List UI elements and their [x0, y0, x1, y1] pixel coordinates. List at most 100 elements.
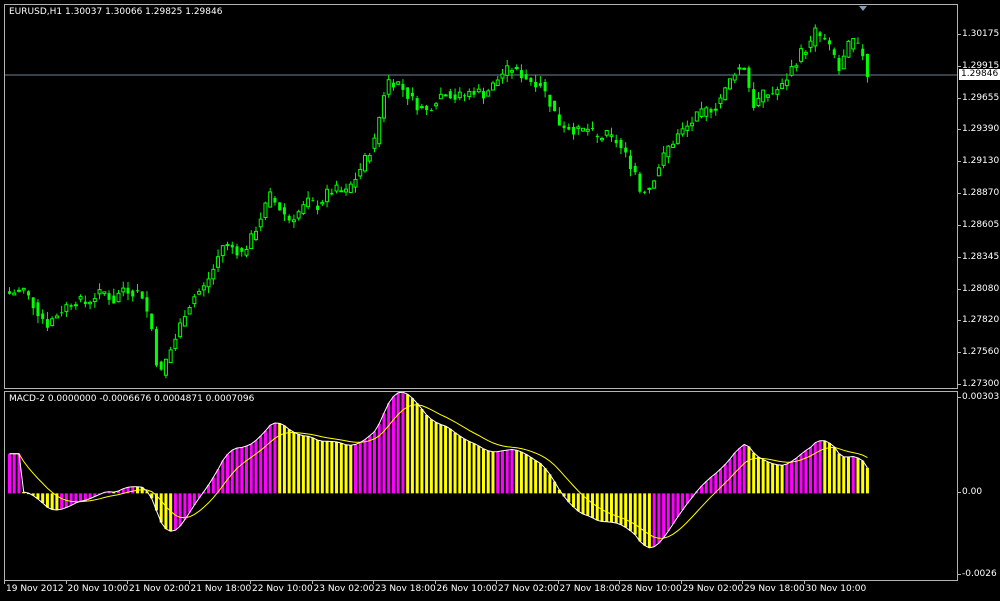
macd-histogram-bar [453, 432, 457, 494]
macd-indicator-pane[interactable]: MACD-2 0.0000000 -0.0006676 0.0004871 0.… [4, 391, 958, 581]
chart-shift-icon[interactable] [859, 6, 867, 11]
candle [823, 33, 827, 41]
candle [112, 288, 116, 304]
candle [472, 87, 476, 98]
candle [543, 79, 547, 98]
candle [500, 69, 505, 84]
candle [780, 78, 785, 90]
candle [656, 164, 661, 177]
macd-histogram-bar [254, 440, 258, 494]
price-tick-mark [958, 161, 961, 163]
price-tick-label: 1.27820 [962, 315, 1000, 326]
candle [339, 186, 344, 193]
macd-histogram-bar [790, 461, 794, 494]
macd-histogram-bar [83, 493, 87, 501]
chart-window[interactable]: EURUSD,H1 1.30037 1.30066 1.29825 1.2984… [0, 0, 1000, 601]
candle [467, 88, 472, 100]
candle [756, 92, 761, 108]
candle [16, 287, 21, 293]
candle [652, 179, 657, 189]
macd-histogram-bar [458, 435, 462, 494]
macd-histogram-bar [780, 465, 784, 494]
macd-histogram-bar [572, 493, 576, 508]
macd-histogram-bar [339, 443, 343, 494]
price-tick-mark [958, 256, 961, 258]
price-tick-label: 1.28605 [962, 219, 1000, 230]
candle [851, 38, 856, 53]
macd-histogram-bar [159, 493, 163, 523]
candle [524, 69, 528, 80]
macd-histogram-bar [444, 426, 448, 494]
macd-histogram-bar [183, 493, 187, 520]
candle [690, 116, 695, 132]
indicator-name: MACD-2 [9, 394, 45, 404]
price-tick-label: 1.28080 [962, 283, 1000, 294]
macd-histogram-bar [491, 451, 495, 494]
price-tick-label: 1.29390 [962, 124, 1000, 135]
macd-histogram-bar [586, 493, 590, 516]
candle [31, 297, 35, 316]
price-tick-mark [958, 97, 961, 99]
candle [638, 171, 642, 194]
macd-tick-mark [958, 574, 961, 575]
candle [131, 289, 135, 302]
candle [490, 80, 495, 91]
candle [410, 87, 414, 101]
candle [386, 74, 391, 98]
time-tick-mark [311, 581, 313, 584]
candle [604, 130, 609, 138]
candle [628, 149, 632, 177]
candle [268, 187, 273, 208]
price-chart-pane[interactable]: EURUSD,H1 1.30037 1.30066 1.29825 1.2984… [4, 4, 958, 389]
candle [282, 203, 286, 222]
time-axis[interactable]: 19 Nov 2012 20 Nov 10:00 21 Nov 02:00 21 No… [4, 581, 958, 601]
candle [704, 105, 709, 122]
candle [694, 111, 699, 122]
candle [296, 209, 301, 221]
macd-histogram-bar [330, 441, 334, 494]
macd-histogram-bar [628, 493, 632, 531]
macd-histogram-bar [486, 450, 490, 494]
macd-scale[interactable]: 0.0030375 0.00 -0.0026 [958, 391, 1000, 581]
candle [727, 78, 732, 91]
candle [168, 346, 173, 364]
time-tick-label: 21 Nov 18:00 [190, 584, 252, 594]
candle [396, 81, 401, 85]
time-tick-label: 23 Nov 18:00 [375, 584, 436, 594]
candle [534, 74, 538, 92]
candle [828, 37, 832, 51]
macd-histogram-bar [548, 474, 552, 494]
candle [145, 291, 149, 318]
candle [666, 145, 671, 164]
price-scale[interactable]: 1.30175 1.29915 1.29655 1.29390 1.29130 1.288… [958, 4, 1000, 389]
time-tick-mark [619, 581, 620, 584]
price-tick-label: 1.29655 [962, 92, 1000, 103]
candle [600, 136, 604, 143]
macd-histogram-bar [865, 467, 869, 494]
symbol-label: EURUSD,H1 [9, 7, 63, 17]
candle [457, 87, 462, 101]
macd-histogram-bar [12, 453, 16, 494]
macd-histogram-bar [287, 429, 291, 494]
candle [771, 86, 775, 95]
candle [344, 183, 349, 196]
candle [83, 295, 87, 308]
macd-histogram-bar [529, 457, 533, 494]
candle [8, 287, 11, 295]
candle [438, 87, 443, 100]
candle [54, 313, 59, 319]
macd-histogram-bar [813, 442, 817, 494]
time-tick-label: 27 Nov 18:00 [559, 584, 621, 594]
macd-histogram-bar [837, 453, 841, 494]
price-candles [5, 24, 957, 379]
candle [253, 226, 258, 242]
price-tick-label: 1.28345 [962, 251, 1000, 262]
candle [486, 88, 491, 97]
candle [572, 122, 576, 140]
candle [26, 290, 30, 300]
candle [799, 44, 804, 64]
candle [680, 122, 685, 137]
time-tick-mark [127, 581, 128, 584]
candle [263, 201, 268, 221]
macd-histogram-bar [704, 481, 708, 494]
